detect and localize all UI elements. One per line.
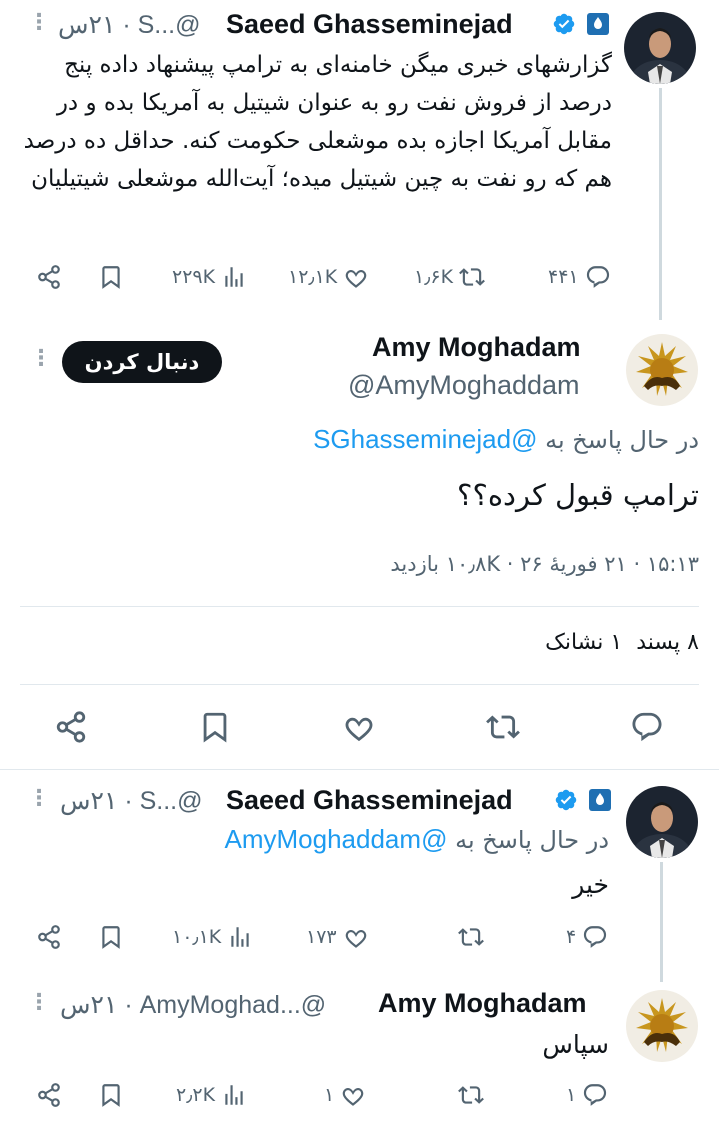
tweet3-reply-context: در حال پاسخ به @AmyMoghaddam	[225, 824, 609, 855]
tweet1-views-button[interactable]: ۲۲۹K	[172, 264, 247, 290]
tweet1-views-count: ۲۲۹K	[172, 266, 216, 288]
tweet3-reply-button[interactable]: ۴	[566, 924, 608, 950]
tweet1-text: گزارشهای خبری میگن خامنه‌ای به ترامپ پیش…	[23, 52, 612, 192]
tweet4-more-icon[interactable]: ⋮	[28, 990, 50, 1015]
verified-icon	[552, 12, 576, 40]
views-icon	[227, 924, 253, 950]
tweet1-handle-time: ٢١س · S...@	[58, 11, 201, 39]
avatar-saeed[interactable]	[624, 12, 696, 84]
retweet-icon	[458, 1082, 484, 1108]
tweet1-share-button[interactable]	[36, 264, 62, 290]
tweet3-text: خیر	[572, 870, 609, 899]
reply-icon	[585, 264, 611, 290]
bookmark-icon	[98, 924, 124, 950]
bookmark-icon	[98, 1082, 124, 1108]
avatar-amy-reply[interactable]	[626, 990, 698, 1062]
share-icon	[36, 1082, 62, 1108]
retweet-icon	[458, 924, 484, 950]
avatar-amy[interactable]	[626, 334, 698, 406]
tweet3-more-icon[interactable]: ⋮	[28, 786, 50, 811]
like-icon	[343, 924, 369, 950]
main-author-handle[interactable]: @AmyMoghaddam	[348, 370, 580, 401]
tweet4-text: سپاس	[542, 1030, 609, 1059]
retweet-icon	[459, 264, 485, 290]
tweet1-bookmark-button[interactable]	[98, 264, 124, 290]
main-like-button[interactable]	[342, 710, 376, 744]
tweet3-author-name[interactable]: Saeed Ghasseminejad	[226, 785, 513, 816]
tweet1-author-name[interactable]: Saeed Ghasseminejad	[226, 9, 513, 40]
verified-icon	[554, 788, 578, 816]
main-share-button[interactable]	[54, 710, 88, 744]
share-icon	[54, 710, 88, 744]
like-icon	[342, 710, 376, 744]
main-stats[interactable]: ۸ پسند ۱ نشانک	[545, 630, 699, 655]
bookmark-icon	[198, 710, 232, 744]
divider-2	[20, 684, 699, 685]
tweet3-reply-mention[interactable]: @AmyMoghaddam	[225, 824, 448, 854]
tweet3-like-count: ۱۷۳	[306, 926, 337, 948]
tweet4-reply-button[interactable]: ۱	[566, 1082, 608, 1108]
views-icon	[221, 264, 247, 290]
retweet-icon	[486, 710, 520, 744]
tweet3-handle-time: ٢١س · S...@	[60, 787, 203, 815]
main-author-name[interactable]: Amy Moghadam	[372, 332, 581, 363]
tweet3-bookmark-button[interactable]	[98, 924, 124, 950]
reply-icon	[630, 710, 664, 744]
main-bookmark-button[interactable]	[198, 710, 232, 744]
tweet4-author-name[interactable]: Amy Moghadam	[378, 988, 587, 1019]
tweet1-retweet-button[interactable]: ۱٫۶K	[414, 264, 485, 290]
tweet4-views-count: ۲٫۲K	[176, 1084, 216, 1106]
tweet4-handle-time: ٢١س · AmyMoghad...@	[60, 991, 327, 1019]
tweet4-views-button[interactable]: ۲٫۲K	[176, 1082, 247, 1108]
tweet4-bookmark-button[interactable]	[98, 1082, 124, 1108]
thread-line-top	[659, 88, 662, 320]
gov-badge-icon	[588, 788, 612, 816]
reply-icon	[582, 924, 608, 950]
thread-line-bottom	[660, 862, 663, 982]
main-reply-mention[interactable]: @SGhasseminejad	[313, 424, 537, 454]
main-reply-context: در حال پاسخ به @SGhasseminejad	[313, 424, 699, 455]
main-retweet-button[interactable]	[486, 710, 520, 744]
tweet3-views-count: ۱۰٫۱K	[172, 926, 222, 948]
like-icon	[340, 1082, 366, 1108]
tweet4-retweet-button[interactable]	[458, 1082, 484, 1108]
tweet4-share-button[interactable]	[36, 1082, 62, 1108]
views-icon	[221, 1082, 247, 1108]
tweet1-retweet-count: ۱٫۶K	[414, 266, 454, 288]
tweet3-share-button[interactable]	[36, 924, 62, 950]
follow-button[interactable]: دنبال کردن	[62, 341, 222, 383]
tweet1-like-button[interactable]: ۱۲٫۱K	[288, 264, 369, 290]
main-reply-prefix: در حال پاسخ به	[545, 426, 699, 454]
tweet3-reply-count: ۴	[566, 926, 577, 948]
tweet1-more-icon[interactable]: ⋮	[28, 10, 50, 35]
share-icon	[36, 264, 62, 290]
avatar-saeed-reply[interactable]	[626, 786, 698, 858]
tweet3-reply-prefix: در حال پاسخ به	[455, 826, 609, 854]
tweet3-retweet-button[interactable]	[458, 924, 484, 950]
tweet1-like-count: ۱۲٫۱K	[288, 266, 338, 288]
tweet4-like-button[interactable]: ۱	[324, 1082, 366, 1108]
tweet3-views-button[interactable]: ۱۰٫۱K	[172, 924, 253, 950]
tweet4-like-count: ۱	[324, 1084, 335, 1106]
share-icon	[36, 924, 62, 950]
main-reply-button[interactable]	[630, 710, 664, 744]
tweet4-reply-count: ۱	[566, 1084, 577, 1106]
reply-icon	[582, 1082, 608, 1108]
main-tweet-text: ترامپ قبول کرده؟؟	[457, 478, 699, 512]
like-icon	[343, 264, 369, 290]
gov-badge-icon	[586, 12, 610, 40]
divider-3	[0, 769, 719, 770]
divider-1	[20, 606, 699, 607]
tweet1-reply-button[interactable]: ۴۴۱	[548, 264, 611, 290]
tweet3-like-button[interactable]: ۱۷۳	[306, 924, 369, 950]
main-more-icon[interactable]: ⋮	[30, 346, 52, 371]
tweet1-reply-count: ۴۴۱	[548, 266, 579, 288]
main-timestamp[interactable]: ۱۵:۱۳ · ۲۱ فوریهٔ ۲۶ · ۱۰٫۸K بازدید	[390, 552, 699, 576]
bookmark-icon	[98, 264, 124, 290]
